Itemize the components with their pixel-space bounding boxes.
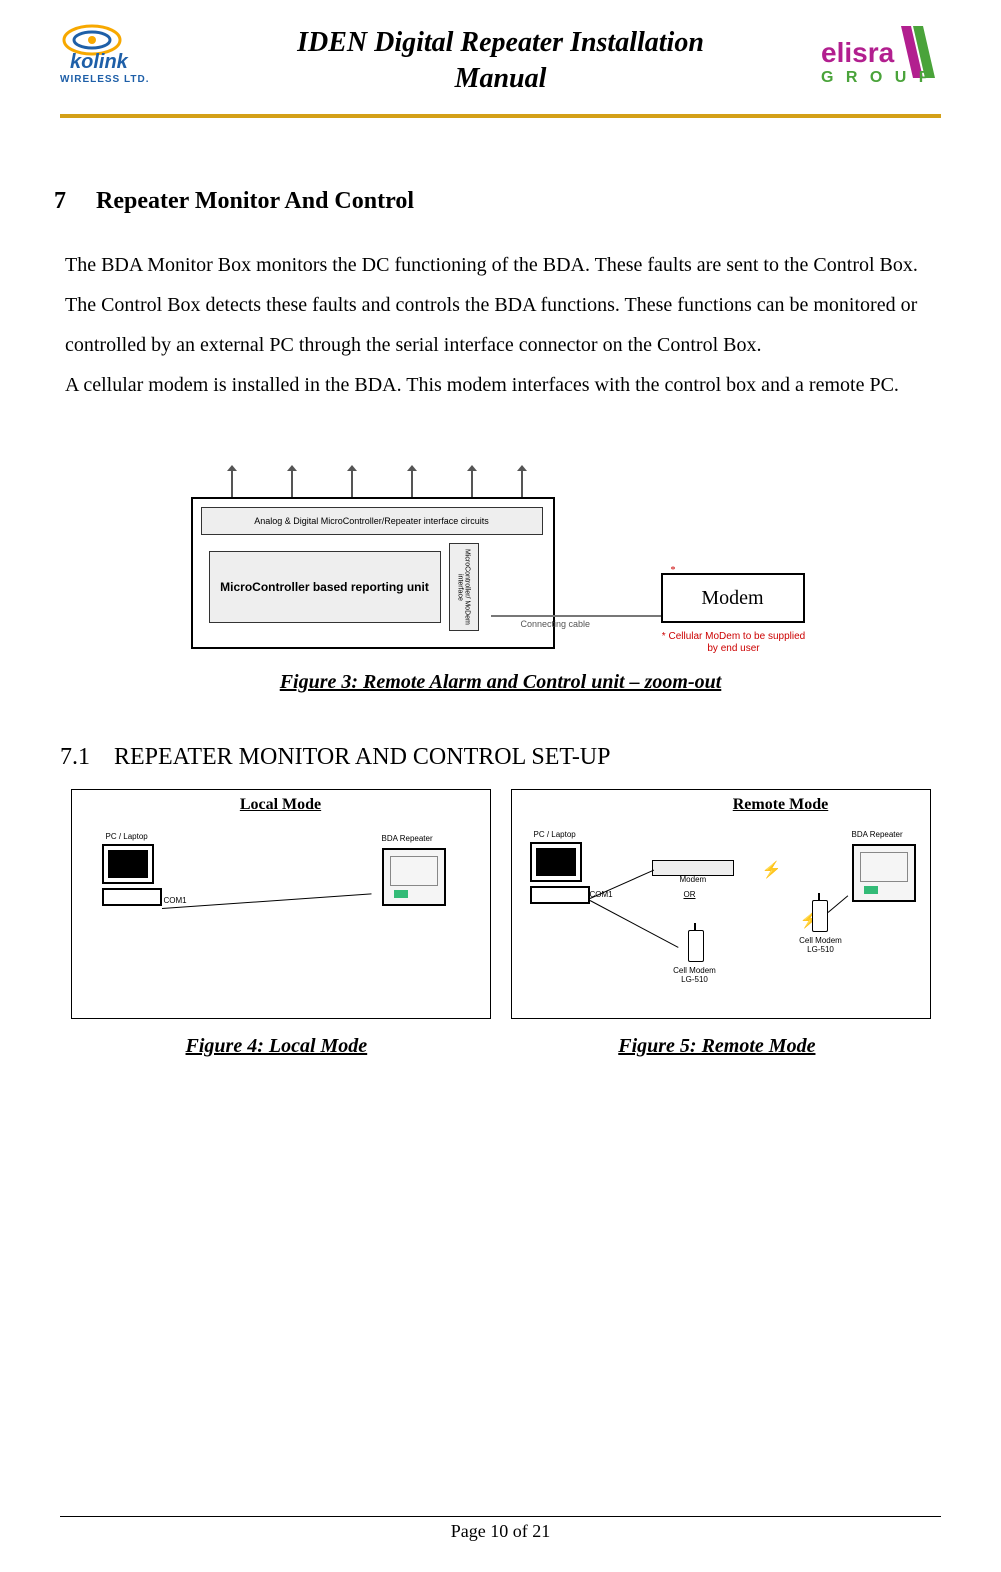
figure-5-modem-icon [652,860,734,876]
figure-3-reporting-unit: MicroController based reporting unit [209,551,441,623]
figure-4-title: Local Mode [78,796,484,814]
page: kolink WIRELESS LTD. IDEN Digital Repeat… [0,0,1001,1572]
figure-5-box: Remote Mode PC / Laptop COM1 Modem OR Ce… [511,789,931,1019]
figure-3-modem-interface: MicroController/ MoDem interface [449,543,479,631]
doc-title: IDEN Digital Repeater Installation Manua… [210,20,791,98]
logo-left: kolink WIRELESS LTD. [60,20,210,90]
figures-4-5-row: Local Mode PC / Laptop COM1 BDA Repeater… [60,789,941,1019]
figure-5-pc-icon [530,842,590,902]
section-7-para2: A cellular modem is installed in the BDA… [65,365,941,405]
figure-5-cell-modem-2-icon [812,900,828,932]
page-number: Page 10 of 21 [451,1521,550,1541]
page-footer: Page 10 of 21 [60,1516,941,1542]
figure-4-5-captions: Figure 4: Local Mode Figure 5: Remote Mo… [60,1035,941,1058]
figure-5-or-label: OR [684,890,696,899]
figure-3: Analog & Digital MicroController/Repeate… [60,465,941,694]
section-7-1-number: 7.1 [60,744,90,770]
figure-4-pc-label: PC / Laptop [106,832,148,841]
figure-5-caption: Figure 5: Remote Mode [618,1035,815,1058]
figure-4-bda-label: BDA Repeater [382,834,433,843]
logo-right: elisra G R O U P [791,20,941,90]
figure-5-cell-1-label: Cell Modem LG-510 [670,966,720,984]
figure-3-cable [491,615,671,617]
dekolink-logo-icon: kolink WIRELESS LTD. [60,20,210,90]
figure-3-diagram: Analog & Digital MicroController/Repeate… [191,465,811,665]
section-7-heading: 7 Repeater Monitor And Control [60,188,941,215]
section-7-title: Repeater Monitor And Control [96,188,414,214]
figure-4-caption: Figure 4: Local Mode [186,1035,368,1058]
elisra-logo-icon: elisra G R O U P [791,20,941,90]
figure-5-title: Remote Mode [638,796,924,814]
figure-3-star: * [671,565,676,576]
section-7-1-heading: 7.1 REPEATER MONITOR AND CONTROL SET-UP [60,744,941,771]
figure-4-box: Local Mode PC / Laptop COM1 BDA Repeater [71,789,491,1019]
header-rule [60,114,941,118]
figure-4-pc-icon [102,844,162,904]
section-7-number: 7 [30,188,90,215]
figure-5-cell-2-label: Cell Modem LG-510 [796,936,846,954]
figure-3-cable-label: Connecting cable [521,619,591,629]
figure-5-pc-label: PC / Laptop [534,830,576,839]
lightning-icon: ⚡ [762,860,782,880]
doc-title-line1: IDEN Digital Repeater Installation [210,25,791,61]
figure-4-com-label: COM1 [164,896,187,905]
figure-5-modem-label: Modem [680,875,707,884]
figure-5-cell-modem-1-icon [688,930,704,962]
figure-3-note: * Cellular MoDem to be supplied by end u… [657,631,811,655]
figure-5-bda-label: BDA Repeater [852,830,903,839]
page-header: kolink WIRELESS LTD. IDEN Digital Repeat… [60,20,941,110]
figure-3-interface-strip: Analog & Digital MicroController/Repeate… [201,507,543,535]
figure-3-modem-box: Modem [661,573,805,623]
logo-right-sub: G R O U P [821,69,933,86]
logo-right-text: elisra [821,37,895,68]
figure-3-caption: Figure 3: Remote Alarm and Control unit … [60,671,941,694]
section-7-1-title: REPEATER MONITOR AND CONTROL SET-UP [114,744,611,770]
doc-title-line2: Manual [210,61,791,97]
section-7-para1: The BDA Monitor Box monitors the DC func… [65,245,941,365]
figure-5-bda-icon [852,844,920,908]
logo-left-sub: WIRELESS LTD. [60,74,149,85]
logo-left-text: kolink [70,51,129,73]
figure-4-bda-icon [382,848,450,912]
